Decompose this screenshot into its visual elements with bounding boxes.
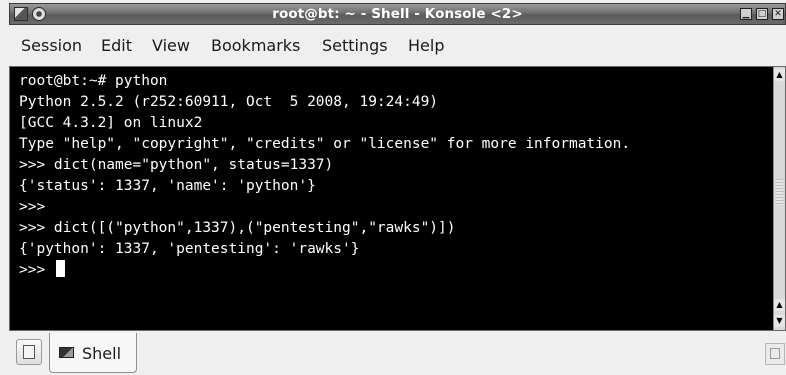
terminal-line: >>> dict([("python",1337),("pentesting",… (19, 220, 456, 236)
minimize-button[interactable]: ▁ (740, 8, 752, 20)
menu-help[interactable]: Help (408, 36, 444, 55)
menu-session[interactable]: Session (21, 36, 82, 55)
terminal-line: [GCC 4.3.2] on linux2 (19, 115, 203, 131)
terminal-output[interactable]: root@bt:~# python Python 2.5.2 (r252:609… (12, 69, 772, 328)
terminal-line: >>> (19, 199, 46, 215)
menu-bar: Session Edit View Bookmarks Settings Hel… (9, 29, 786, 65)
terminal-prompt: >>> (19, 262, 54, 278)
window-title: root@bt: ~ - Shell - Konsole <2> (272, 6, 523, 22)
tab-shell[interactable]: Shell (49, 333, 137, 373)
title-bar[interactable]: root@bt: ~ - Shell - Konsole <2> ▁ □ ✕ (9, 3, 786, 25)
close-tab-icon (770, 348, 780, 359)
scroll-up-arrow-icon[interactable]: ▲ (774, 69, 785, 81)
terminal-line: root@bt:~# python (19, 73, 168, 89)
menu-settings[interactable]: Settings (322, 36, 388, 55)
terminal-line: Type "help", "copyright", "credits" or "… (19, 136, 631, 152)
terminal-icon (59, 347, 74, 358)
terminal-line: {'status': 1337, 'name': 'python'} (19, 178, 316, 194)
terminal-prompt-line: >>> (19, 260, 65, 281)
new-tab-icon (23, 345, 35, 359)
close-button[interactable]: ✕ (772, 8, 784, 20)
scroll-down-arrow-icon[interactable]: ▼ (774, 315, 785, 327)
terminal-line: {'python': 1337, 'pentesting': 'rawks'} (19, 241, 360, 257)
terminal-line: Python 2.5.2 (r252:60911, Oct 5 2008, 19… (19, 94, 439, 110)
new-tab-button[interactable] (16, 339, 42, 365)
close-tab-button[interactable] (765, 343, 785, 365)
menu-bookmarks[interactable]: Bookmarks (211, 36, 300, 55)
terminal-line: >>> dict(name="python", status=1337) (19, 157, 334, 173)
tab-bar: Shell (9, 331, 786, 375)
maximize-button[interactable]: □ (756, 8, 768, 20)
text-cursor (55, 260, 65, 277)
scrollbar-grip[interactable] (776, 179, 783, 205)
menu-view[interactable]: View (152, 36, 190, 55)
terminal-frame: root@bt:~# python Python 2.5.2 (r252:609… (9, 66, 786, 331)
vertical-scrollbar[interactable]: ▲ ▲ ▼ (773, 67, 785, 330)
scroll-up-arrow-icon[interactable]: ▲ (774, 299, 785, 311)
konsole-window: root@bt: ~ - Shell - Konsole <2> ▁ □ ✕ S… (0, 0, 786, 375)
tab-label: Shell (82, 344, 122, 363)
menu-edit[interactable]: Edit (101, 36, 132, 55)
